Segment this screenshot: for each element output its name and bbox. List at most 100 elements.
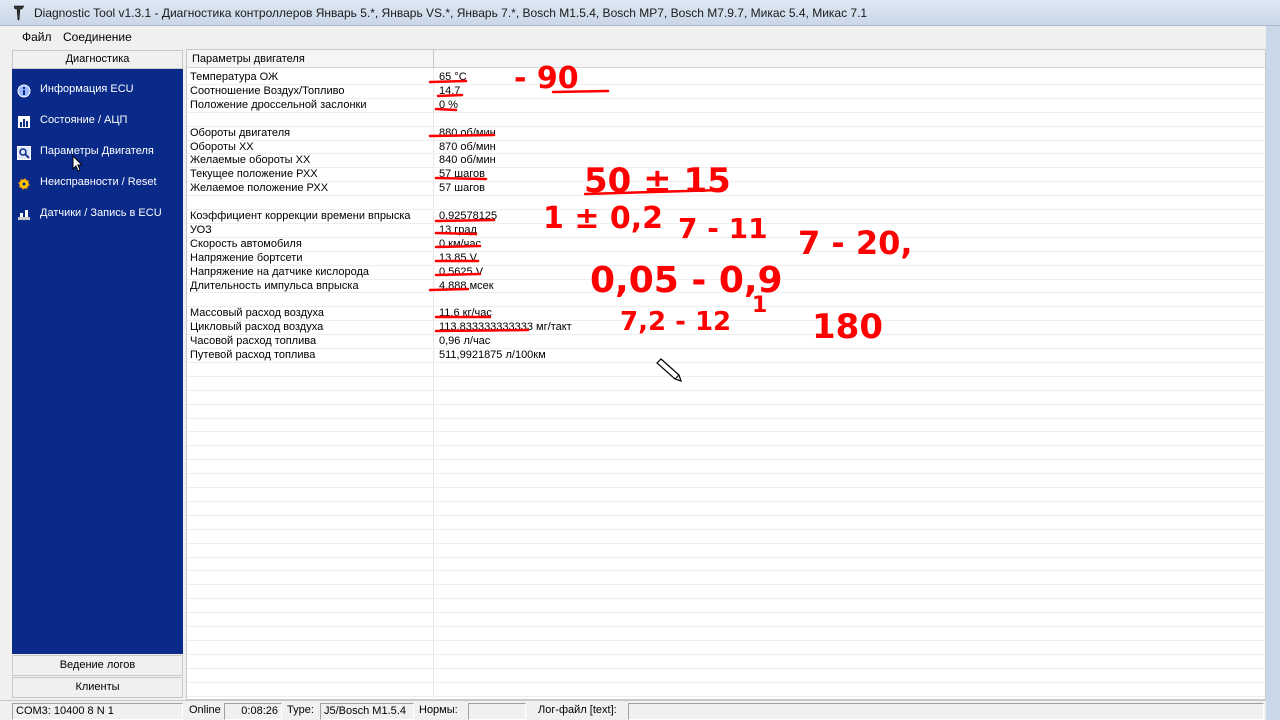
grid-row-line <box>187 278 1265 280</box>
param-name: Соотношение Воздух/Топливо <box>190 84 345 97</box>
status-port: COM3: 10400 8 N 1 <box>12 703 183 720</box>
table-row[interactable]: Желаемые обороты ХХ 840 об/мин <box>187 153 1265 167</box>
status-time: 0:08:26 <box>224 703 282 720</box>
param-name: Длительность импульса впрыска <box>190 279 359 292</box>
grid-row-line <box>187 375 1265 377</box>
param-name: Текущее положение РХХ <box>190 168 318 181</box>
param-name: Цикловый расход воздуха <box>190 321 324 334</box>
grid-row-line <box>187 167 1265 169</box>
table-row[interactable]: Напряжение на датчике кислорода 0,5625 V <box>187 265 1265 279</box>
grid-row-line <box>187 667 1265 669</box>
param-value: 880 об/мин <box>439 126 496 139</box>
table-row[interactable]: Массовый расход воздуха 11,6 кг/час <box>187 306 1265 320</box>
param-value: 870 об/мин <box>439 140 496 153</box>
param-value: 4,888 мсек <box>439 279 494 292</box>
table-row[interactable]: Температура ОЖ 65 °C <box>187 70 1265 84</box>
param-value: 840 об/мин <box>439 154 496 167</box>
grid-row-line <box>187 361 1265 363</box>
table-row[interactable]: Положение дроссельной заслонки 0 % <box>187 98 1265 112</box>
sidebar-button-clients[interactable]: Клиенты <box>12 677 183 698</box>
sidebar-item-sensors-write[interactable]: Датчики / Запись в ECU <box>12 203 183 227</box>
param-value: 113,833333333333 мг/такт <box>439 321 572 334</box>
param-name: Обороты ХХ <box>190 140 254 153</box>
table-row[interactable]: Обороты ХХ 870 об/мин <box>187 140 1265 154</box>
column-header-params[interactable]: Параметры двигателя <box>187 50 433 68</box>
grid-row-line <box>187 195 1265 197</box>
grid-row-line <box>187 459 1265 461</box>
sidebar-item-faults-reset[interactable]: Неисправности / Reset <box>12 172 183 196</box>
table-row[interactable]: Длительность импульса впрыска 4,888 мсек <box>187 279 1265 293</box>
sidebar: Информация ECU Состояние / АЦП Параметры… <box>12 69 183 654</box>
grid-row-line <box>187 584 1265 586</box>
pen-cursor-icon <box>656 358 682 382</box>
grid-row-line <box>187 500 1265 502</box>
table-row[interactable]: Обороты двигателя 880 об/мин <box>187 126 1265 140</box>
grid-row-line <box>187 292 1265 294</box>
status-online: Online <box>189 704 221 716</box>
table-row[interactable] <box>187 195 1265 209</box>
title-bar: Diagnostic Tool v1.3.1 - Диагностика кон… <box>0 0 1280 26</box>
mouse-cursor-icon <box>72 155 84 172</box>
table-row[interactable] <box>187 292 1265 306</box>
param-value: 11,6 кг/час <box>439 307 492 320</box>
menu-file[interactable]: Файл <box>22 30 52 44</box>
sidebar-item-label: Датчики / Запись в ECU <box>40 207 162 219</box>
table-row[interactable]: Путевой расход топлива 511,9921875 л/100к… <box>187 348 1265 362</box>
grid-row-line <box>187 653 1265 655</box>
param-value: 0,92578125 <box>439 210 498 222</box>
sidebar-button-logging[interactable]: Ведение логов <box>12 655 183 676</box>
grid-row-line <box>187 445 1265 447</box>
sidebar-item-ecu-info[interactable]: Информация ECU <box>12 79 183 103</box>
grid-row-line <box>187 222 1265 224</box>
window-title: Diagnostic Tool v1.3.1 - Диагностика кон… <box>34 6 868 20</box>
info-icon <box>17 84 31 98</box>
param-value: 511,9921875 л/100км <box>439 349 546 361</box>
status-bar: COM3: 10400 8 N 1 Online 0:08:26 Type: J… <box>0 700 1266 720</box>
param-name: Напряжение бортсети <box>190 251 303 264</box>
status-type-value: J5/Bosch M1.5.4 <box>320 703 414 720</box>
grid-row-line <box>187 403 1265 405</box>
param-name: Скорость автомобиля <box>190 237 302 250</box>
sidebar-item-state-adc[interactable]: Состояние / АЦП <box>12 110 183 134</box>
grid-row-line <box>187 153 1265 155</box>
table-row[interactable]: Напряжение бортсети 13,85 V <box>187 251 1265 265</box>
grid-row-line <box>187 556 1265 558</box>
grid-row-line <box>187 209 1265 210</box>
table-row[interactable]: Соотношение Воздух/Топливо 14.7 <box>187 84 1265 98</box>
grid-row-line <box>187 612 1265 614</box>
menu-connection[interactable]: Соединение <box>63 30 132 44</box>
column-divider[interactable] <box>433 50 434 68</box>
table-row[interactable]: Часовой расход топлива 0,96 л/час <box>187 334 1265 348</box>
param-name: УОЗ <box>190 223 212 236</box>
grid-row-line <box>187 236 1265 238</box>
status-norms-label: Нормы: <box>419 704 458 716</box>
param-value: 0 км/час <box>439 237 481 250</box>
table-row[interactable]: Цикловый расход воздуха 113,833333333333 … <box>187 320 1265 334</box>
sidebar-header-diagnostics[interactable]: Диагностика <box>12 50 183 69</box>
chart-icon <box>18 116 30 128</box>
param-value: 0 % <box>439 98 458 111</box>
grid-row-line <box>187 598 1265 600</box>
sensor-write-icon <box>18 210 30 220</box>
status-log-label: Лог-файл [text]: <box>538 704 617 716</box>
table-row[interactable]: Текущее положение РХХ 57 шагов <box>187 167 1265 181</box>
grid-row-line <box>187 487 1265 488</box>
column-header-values[interactable] <box>434 50 1265 68</box>
table-row[interactable]: Скорость автомобиля 0 км/час <box>187 237 1265 251</box>
param-name: Желаемые обороты ХХ <box>190 154 311 167</box>
table-row[interactable]: Коэффициент коррекции времени впрыска 0,9… <box>187 209 1265 223</box>
param-value: 14.7 <box>439 84 461 97</box>
grid-row-line <box>187 97 1265 99</box>
param-value: 0,5625 V <box>439 265 484 278</box>
param-name: Желаемое положение РХХ <box>190 182 329 195</box>
sidebar-item-label: Неисправности / Reset <box>40 176 157 188</box>
grid-row-line <box>187 389 1265 391</box>
sidebar-item-engine-params[interactable]: Параметры Двигателя <box>12 141 183 165</box>
table-row[interactable]: Желаемое положение РХХ 57 шагов <box>187 181 1265 195</box>
grid-row-line <box>187 250 1265 252</box>
table-row[interactable] <box>187 112 1265 126</box>
param-value: 13,85 V <box>439 251 477 264</box>
grid-row-line <box>187 306 1265 308</box>
param-value: 57 шагов <box>439 168 485 181</box>
table-row[interactable]: УОЗ 13 град <box>187 223 1265 237</box>
